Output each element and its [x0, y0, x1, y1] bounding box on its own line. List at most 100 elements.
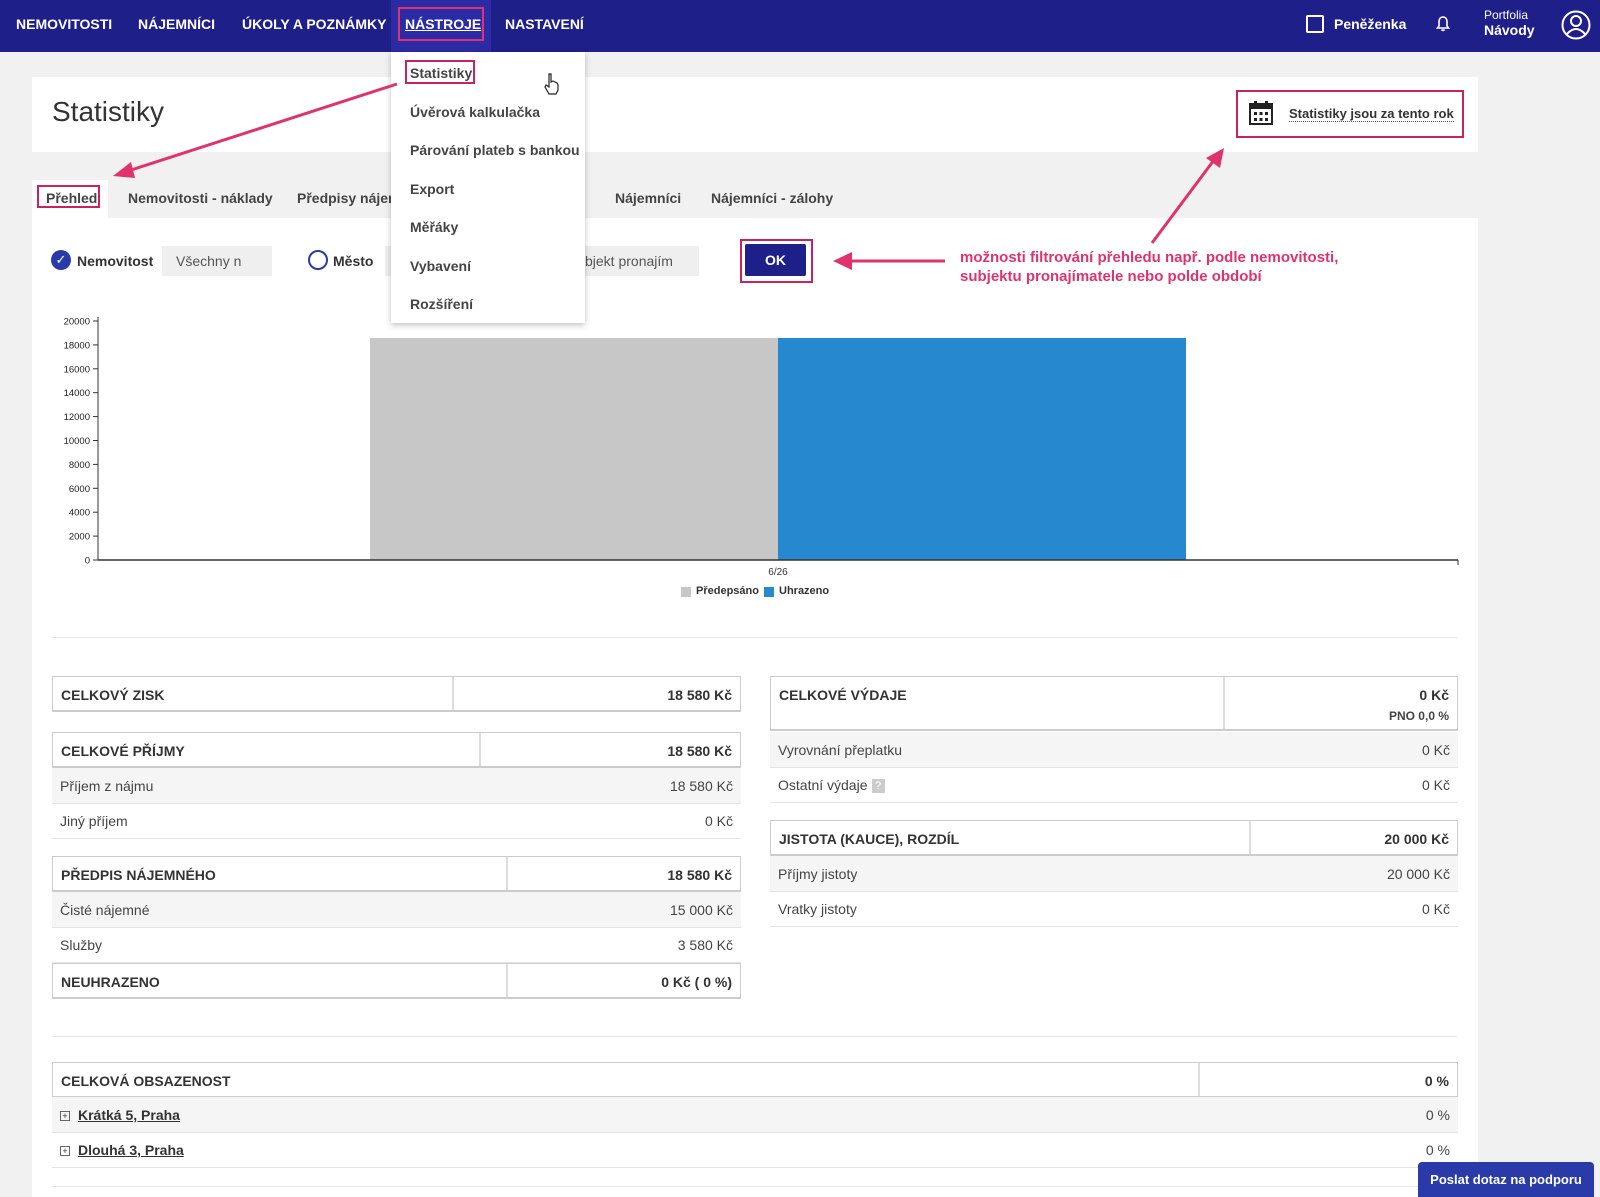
hand-cursor-icon — [544, 73, 559, 95]
y-tick-label: 16000 — [64, 364, 90, 375]
occupancy-property-row: + Dlouhá 3, Praha 0 % — [52, 1132, 1458, 1168]
arrow-head — [113, 162, 135, 178]
user-icon[interactable] — [1561, 10, 1591, 40]
wallet-link[interactable]: Peněženka — [1334, 0, 1406, 52]
overpay-value: 0 Kč — [1421, 742, 1450, 758]
portfolio-name: Návody — [1484, 22, 1535, 38]
highlight-box — [398, 7, 484, 41]
deposit-return-row: Vratky jistoty 0 Kč — [770, 891, 1458, 927]
unpaid-row: NEUHRAZENO 0 Kč ( 0 %) — [52, 963, 741, 999]
y-tick-label: 6000 — [69, 484, 90, 495]
other-income-label: Jiný příjem — [60, 813, 128, 829]
ok-button[interactable]: OK — [745, 244, 806, 276]
annotation-text: možnosti filtrování přehledu např. podle… — [960, 248, 1338, 286]
radio-nemovitost[interactable]: ✓ — [51, 250, 71, 270]
column-divider — [1198, 1063, 1200, 1096]
occupancy-label: CELKOVÁ OBSAZENOST — [61, 1073, 231, 1089]
deposit-label: JISTOTA (KAUCE), ROZDÍL — [779, 831, 960, 847]
net-rent-label: Čisté nájemné — [60, 902, 150, 918]
y-tick-label: 10000 — [64, 436, 90, 447]
nav-nastaveni[interactable]: NASTAVENÍ — [505, 0, 584, 52]
overpay-row: Vyrovnání přeplatku 0 Kč — [770, 732, 1458, 768]
y-tick-label: 12000 — [64, 412, 90, 423]
nav-nemovitosti[interactable]: NEMOVITOSTI — [16, 0, 112, 52]
divider — [52, 1186, 1457, 1187]
occupancy-value: 0 % — [1424, 1073, 1449, 1089]
portfolio-switcher[interactable]: Portfolia Návody — [1484, 8, 1535, 38]
legend-swatch-predepsano — [681, 587, 691, 597]
other-expenses-label: Ostatní výdaje — [778, 777, 868, 793]
tab-predpisy[interactable]: Předpisy nájem — [297, 190, 401, 206]
total-expenses-label: CELKOVÉ VÝDAJE — [779, 687, 907, 703]
bar-chart: 6/26200001800016000140001200010000800060… — [64, 317, 1459, 575]
total-expenses-row: CELKOVÉ VÝDAJE 0 Kč PNO 0,0 % — [770, 676, 1458, 731]
x-tick-label: 6/26 — [768, 567, 788, 575]
tab-najemnici-zalohy[interactable]: Nájemníci - zálohy — [711, 190, 833, 206]
y-tick-label: 2000 — [69, 532, 90, 543]
rent-income-label: Příjem z nájmu — [60, 778, 154, 794]
column-divider — [479, 733, 481, 766]
net-rent-value: 15 000 Kč — [669, 902, 733, 918]
deposit-return-value: 0 Kč — [1421, 901, 1450, 917]
annotation-line-2: subjektu pronajímatele nebo polde období — [960, 268, 1262, 285]
occupancy-row: CELKOVÁ OBSAZENOST 0 % — [52, 1062, 1458, 1098]
deposit-return-label: Vratky jistoty — [778, 901, 857, 917]
column-divider — [506, 964, 508, 997]
property-link[interactable]: Krátká 5, Praha — [78, 1107, 180, 1123]
y-tick-label: 8000 — [69, 460, 90, 471]
other-income-value: 0 Kč — [704, 813, 733, 829]
property-link[interactable]: Dlouhá 3, Praha — [78, 1142, 184, 1158]
menu-item-uverova-kalkulacka[interactable]: Úvěrová kalkulačka — [410, 104, 540, 120]
column-divider — [1223, 677, 1225, 729]
help-icon[interactable]: ? — [871, 779, 885, 794]
nav-najemnici[interactable]: NÁJEMNÍCI — [138, 0, 215, 52]
tab-najemnici[interactable]: Nájemníci — [615, 190, 681, 206]
tab-prehled[interactable]: Přehled — [46, 190, 97, 206]
deposit-row: JISTOTA (KAUCE), ROZDÍL 20 000 Kč — [770, 820, 1458, 856]
column-divider — [452, 677, 454, 710]
deposit-value: 20 000 Kč — [1384, 831, 1449, 847]
y-tick-label: 4000 — [69, 508, 90, 519]
expand-icon[interactable]: + — [60, 1146, 70, 1156]
total-expenses-value: 0 Kč — [1419, 687, 1449, 703]
subject-select[interactable]: bjekt pronajím — [575, 246, 699, 276]
period-label[interactable]: Statistiky jsou za tento rok — [1289, 106, 1454, 122]
deposit-income-row: Příjmy jistoty 20 000 Kč — [770, 856, 1458, 892]
menu-item-parovani-plateb[interactable]: Párování plateb s bankou — [410, 142, 580, 158]
overpay-label: Vyrovnání přeplatku — [778, 742, 902, 758]
property-select[interactable]: Všechny n — [162, 246, 272, 276]
menu-item-rozsireni[interactable]: Rozšíření — [410, 296, 473, 312]
y-tick-label: 0 — [85, 556, 90, 567]
rent-prescription-row: PŘEDPIS NÁJEMNÉHO 18 580 Kč — [52, 856, 741, 892]
expand-icon[interactable]: + — [60, 1111, 70, 1121]
y-tick-label: 18000 — [64, 340, 90, 351]
occupancy-property-row: + Krátká 5, Praha 0 % — [52, 1097, 1458, 1133]
portfolio-label: Portfolia — [1484, 8, 1529, 22]
menu-item-export[interactable]: Export — [410, 181, 454, 197]
radio-mesto[interactable] — [308, 250, 328, 270]
filter-mesto-label: Město — [333, 253, 374, 269]
menu-item-vybaveni[interactable]: Vybavení — [410, 258, 471, 274]
chart-bar-uhrazeno — [778, 337, 1186, 560]
tab-nemovitosti-naklady[interactable]: Nemovitosti - náklady — [128, 190, 273, 206]
other-expenses-row: Ostatní výdaje? 0 Kč — [770, 767, 1458, 803]
deposit-income-label: Příjmy jistoty — [778, 866, 858, 882]
rent-income-row: Příjem z nájmu 18 580 Kč — [52, 768, 741, 804]
nav-ukoly[interactable]: ÚKOLY A POZNÁMKY — [242, 0, 386, 52]
wallet-icon — [1306, 15, 1324, 33]
menu-item-meraky[interactable]: Měřáky — [410, 219, 458, 235]
services-label: Služby — [60, 937, 103, 953]
support-button[interactable]: Poslat dotaz na podporu — [1418, 1162, 1594, 1197]
unpaid-value: 0 Kč ( 0 %) — [661, 974, 732, 990]
page-title: Statistiky — [52, 96, 165, 127]
calendar-icon — [1249, 101, 1273, 125]
column-divider — [506, 857, 508, 890]
filter-nemovitost-label: Nemovitost — [77, 253, 154, 269]
menu-item-statistiky[interactable]: Statistiky — [410, 65, 472, 81]
annotation-line-1: možnosti filtrování přehledu např. podle… — [960, 249, 1339, 266]
bell-icon[interactable] — [1435, 16, 1451, 32]
services-value: 3 580 Kč — [677, 937, 733, 953]
total-profit-label: CELKOVÝ ZISK — [61, 687, 165, 703]
property-occupancy-value: 0 % — [1425, 1107, 1450, 1123]
chart-bar-predepsano — [370, 337, 778, 560]
